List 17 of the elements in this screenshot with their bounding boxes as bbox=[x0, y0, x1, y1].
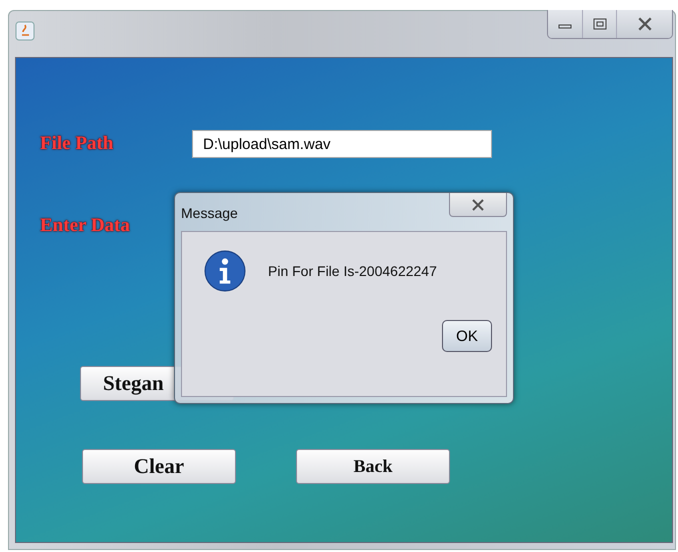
clear-button[interactable]: Clear bbox=[82, 449, 236, 484]
close-button[interactable] bbox=[616, 10, 672, 38]
file-path-field[interactable]: D:\upload\sam.wav bbox=[192, 130, 492, 158]
back-button[interactable]: Back bbox=[296, 449, 450, 484]
close-icon bbox=[471, 198, 485, 210]
dialog-message: Pin For File Is-2004622247 bbox=[268, 263, 437, 279]
info-icon bbox=[204, 250, 246, 292]
field-label: Enter Data bbox=[40, 215, 131, 237]
maximize-button[interactable] bbox=[582, 10, 616, 38]
field-label: File Path bbox=[40, 133, 114, 155]
app-icon bbox=[15, 21, 35, 41]
maximize-icon bbox=[592, 18, 606, 30]
dialog-title: Message bbox=[181, 205, 238, 221]
close-button[interactable] bbox=[449, 193, 507, 217]
ok-button[interactable]: OK bbox=[442, 320, 492, 352]
minimize-button[interactable] bbox=[548, 10, 582, 38]
close-icon bbox=[636, 17, 652, 31]
